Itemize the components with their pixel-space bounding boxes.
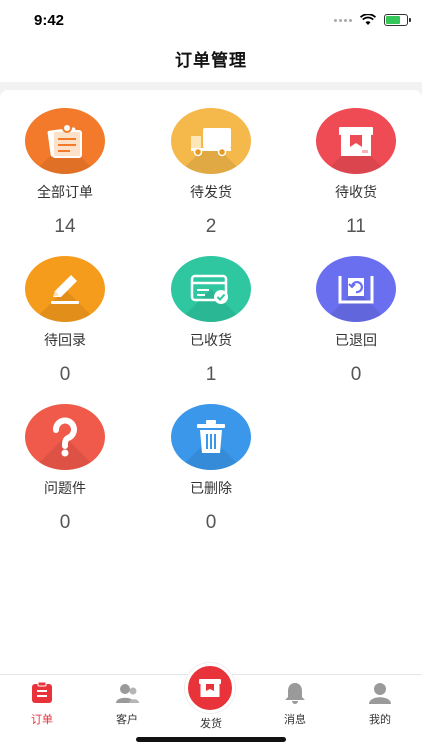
trash-icon <box>171 404 251 470</box>
grid-item-label: 待回录 <box>44 333 86 349</box>
delivery-truck-icon <box>171 108 251 174</box>
tab-label: 发货 <box>200 717 222 730</box>
tab-mine[interactable]: 我的 <box>350 681 410 727</box>
grid-item-returned[interactable]: 已退回 0 <box>296 256 416 386</box>
package-box-icon <box>316 108 396 174</box>
tab-messages[interactable]: 消息 <box>265 681 325 727</box>
nav-bar: 订单管理 <box>0 44 422 82</box>
pencil-icon <box>25 256 105 322</box>
grid-item-pending-record[interactable]: 待回录 0 <box>5 256 125 386</box>
grid-item-count: 11 <box>346 216 366 237</box>
tab-bar: 订单 客户 发货 消息 我的 <box>0 663 422 750</box>
clipboard-icon <box>25 108 105 174</box>
tab-label: 消息 <box>284 713 306 726</box>
tab-customers[interactable]: 客户 <box>97 681 157 727</box>
order-status-grid: 全部订单 14 待发货 2 待收货 11 待回录 0 已收货 1 已退回 0 问… <box>0 90 422 674</box>
grid-item-count: 0 <box>205 512 217 533</box>
status-bar: 9:42 <box>0 0 422 44</box>
page-title: 订单管理 <box>175 51 247 71</box>
grid-item-label: 已退回 <box>335 333 377 349</box>
bell-icon <box>285 683 305 704</box>
grid-item-count: 0 <box>59 364 71 385</box>
user-icon <box>369 683 391 704</box>
question-mark-icon <box>25 404 105 470</box>
grid-item-problem[interactable]: 问题件 0 <box>5 404 125 534</box>
battery-icon <box>384 14 411 26</box>
grid-item-received[interactable]: 已收货 1 <box>151 256 271 386</box>
wifi-icon <box>360 14 376 25</box>
grid-item-count: 0 <box>350 364 362 385</box>
tab-ship[interactable]: 发货 <box>185 663 237 731</box>
grid-item-pending-shipment[interactable]: 待发货 2 <box>151 108 271 238</box>
tab-label: 订单 <box>31 713 53 726</box>
grid-item-label: 问题件 <box>44 481 86 497</box>
order-list-icon <box>32 681 52 703</box>
package-box-icon <box>199 679 221 697</box>
customer-icon <box>116 684 139 703</box>
return-tray-icon <box>316 256 396 322</box>
signal-icon <box>334 18 352 22</box>
grid-item-label: 已删除 <box>190 481 232 497</box>
grid-item-label: 待发货 <box>190 185 232 201</box>
grid-item-count: 0 <box>59 512 71 533</box>
grid-item-count: 1 <box>205 364 217 385</box>
ship-button[interactable] <box>185 663 235 713</box>
card-check-icon <box>171 256 251 322</box>
grid-item-label: 全部订单 <box>37 185 93 201</box>
grid-item-pending-receipt[interactable]: 待收货 11 <box>296 108 416 238</box>
tab-orders[interactable]: 订单 <box>12 681 72 727</box>
grid-item-count: 2 <box>205 216 217 237</box>
status-indicators <box>334 14 411 26</box>
grid-item-count: 14 <box>54 216 76 237</box>
grid-item-label: 待收货 <box>335 185 377 201</box>
grid-item-label: 已收货 <box>190 333 232 349</box>
grid-item-deleted[interactable]: 已删除 0 <box>151 404 271 534</box>
grid-item-all-orders[interactable]: 全部订单 14 <box>5 108 125 238</box>
home-indicator[interactable] <box>136 737 286 742</box>
tab-label: 我的 <box>369 713 391 726</box>
tab-label: 客户 <box>116 713 138 726</box>
status-time: 9:42 <box>34 12 65 29</box>
